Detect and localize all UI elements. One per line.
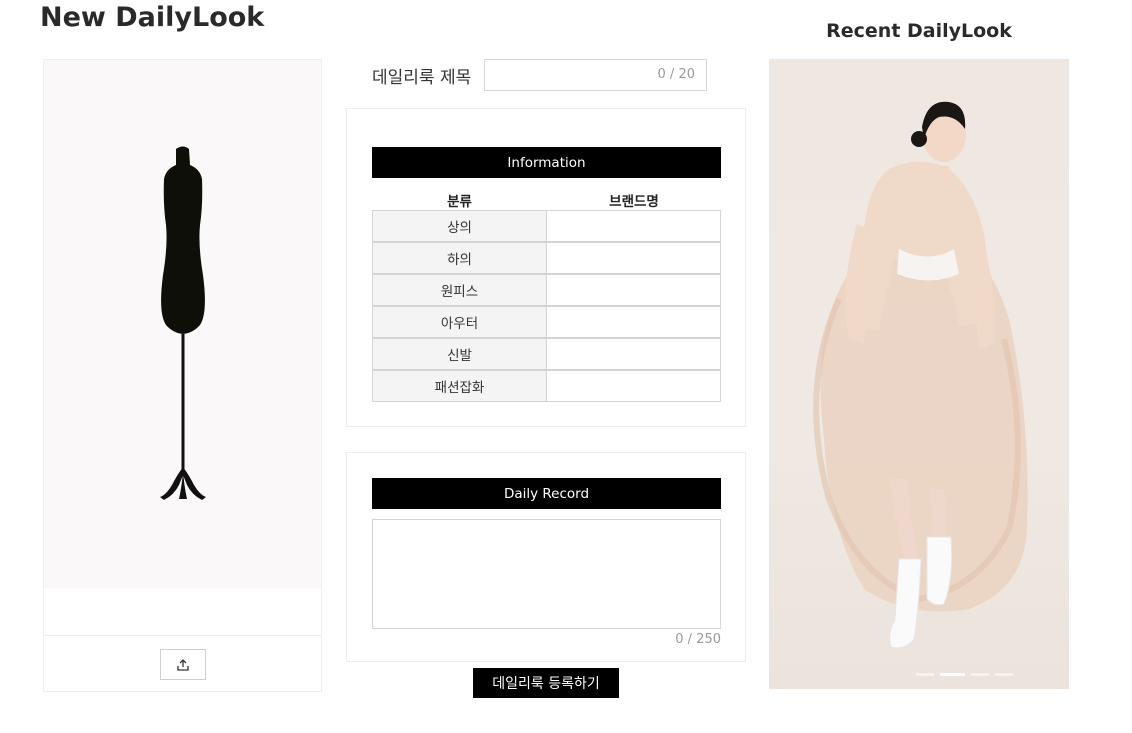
card-divider	[44, 635, 321, 636]
brand-cell[interactable]	[546, 242, 721, 274]
category-cell: 신발	[372, 338, 547, 370]
brand-input-accessories[interactable]	[547, 371, 720, 401]
brand-cell[interactable]	[546, 306, 721, 338]
title-input[interactable]	[485, 60, 647, 90]
info-row-onepiece: 원피스	[372, 274, 721, 306]
info-row-accessories: 패션잡화	[372, 370, 721, 402]
page-title: New DailyLook	[40, 2, 265, 33]
brand-cell[interactable]	[546, 274, 721, 306]
upload-button[interactable]	[160, 649, 206, 680]
recent-title: Recent DailyLook	[826, 20, 1012, 42]
look-image-card	[43, 59, 322, 692]
hanbok-photo-illustration	[813, 101, 1028, 649]
category-column-header: 분류	[447, 194, 472, 210]
category-cell: 원피스	[372, 274, 547, 306]
record-char-counter: 0 / 250	[675, 632, 721, 647]
title-input-box[interactable]: 0 / 20	[484, 59, 707, 91]
carousel-dot[interactable]	[995, 673, 1013, 676]
brand-input-outer[interactable]	[547, 307, 720, 337]
mannequin-icon	[160, 146, 206, 500]
brand-input-bottom[interactable]	[547, 243, 720, 273]
submit-dailylook-button[interactable]: 데일리룩 등록하기	[473, 668, 619, 698]
title-char-counter: 0 / 20	[657, 67, 695, 82]
carousel-dot-active[interactable]	[940, 673, 965, 676]
info-row-outer: 아우터	[372, 306, 721, 338]
brand-cell[interactable]	[546, 210, 721, 242]
daily-record-panel: Daily Record 0 / 250	[346, 452, 746, 662]
daily-record-textarea[interactable]	[372, 519, 721, 629]
brand-input-top[interactable]	[547, 211, 720, 241]
title-label: 데일리룩 제목	[372, 68, 472, 88]
carousel-indicators	[916, 673, 1013, 676]
brand-input-shoes[interactable]	[547, 339, 720, 369]
carousel-dot[interactable]	[916, 673, 934, 676]
brand-cell[interactable]	[546, 338, 721, 370]
information-panel: Information 분류 브랜드명 상의 하의 원피스 아우터 신발 패션잡…	[346, 108, 746, 427]
upload-icon	[177, 658, 189, 671]
category-cell: 패션잡화	[372, 370, 547, 402]
brand-cell[interactable]	[546, 370, 721, 402]
category-cell: 하의	[372, 242, 547, 274]
recent-look-photo[interactable]	[769, 59, 1069, 689]
daily-record-header: Daily Record	[372, 478, 721, 509]
info-row-shoes: 신발	[372, 338, 721, 370]
look-image-preview	[44, 60, 321, 588]
category-cell: 아우터	[372, 306, 547, 338]
carousel-dot[interactable]	[971, 673, 989, 676]
info-row-top: 상의	[372, 210, 721, 242]
information-header: Information	[372, 147, 721, 178]
brand-column-header: 브랜드명	[609, 194, 659, 210]
category-cell: 상의	[372, 210, 547, 242]
info-row-bottom: 하의	[372, 242, 721, 274]
brand-input-onepiece[interactable]	[547, 275, 720, 305]
